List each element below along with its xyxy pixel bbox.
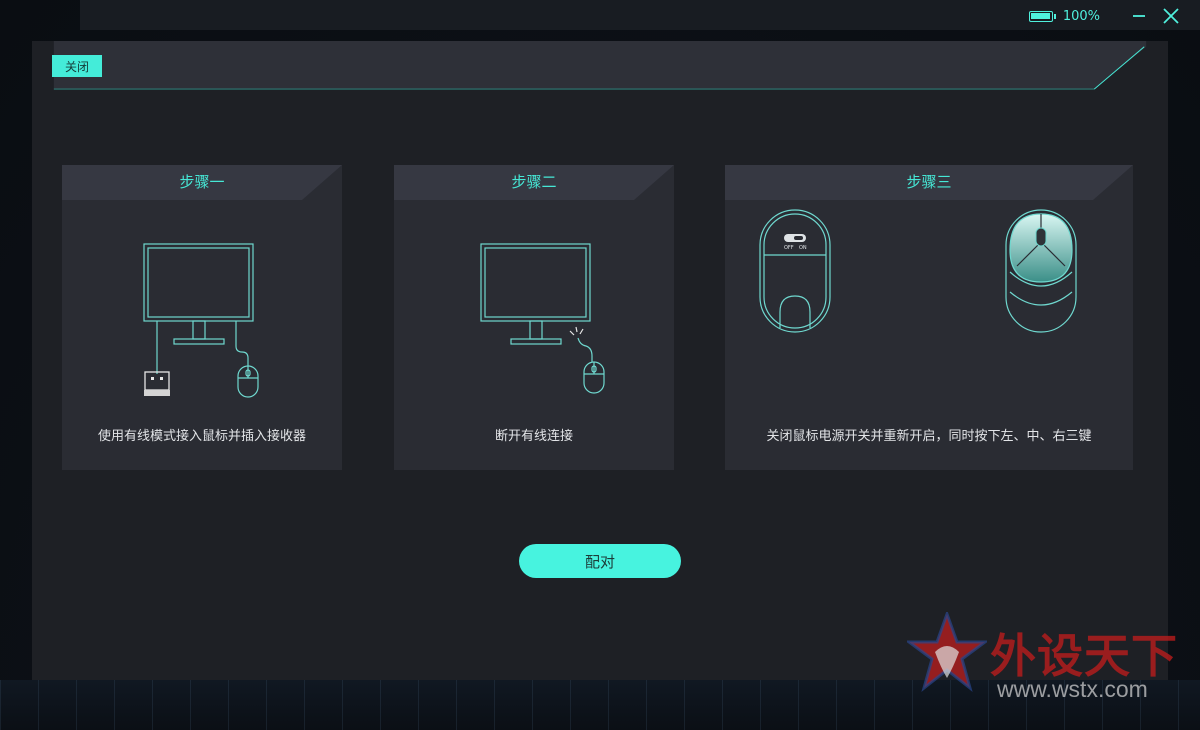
window-controls: 100%: [1010, 0, 1200, 32]
switch-on-label: ON: [799, 245, 807, 251]
step-card-3: 步骤三 OFF ON 关闭鼠标电源开关并重新开启，同时按下左、中、右三键: [725, 165, 1133, 470]
step-card-2: 步骤二 断开有线连接: [394, 165, 674, 470]
step-description: 断开有线连接: [494, 429, 573, 444]
step-description: 使用有线模式接入鼠标并插入接收器: [97, 429, 306, 444]
step-title: 步骤三: [906, 173, 952, 191]
usb-receiver-icon: [144, 371, 170, 396]
minimize-icon: [1133, 15, 1145, 17]
close-window-icon: [1163, 8, 1179, 24]
dialog-header: [53, 41, 1147, 90]
close-button[interactable]: 关闭: [52, 55, 102, 77]
step-title: 步骤二: [511, 173, 557, 191]
battery-percent: 100%: [1062, 8, 1100, 24]
watermark: 外设天下 www.wstx.com: [905, 612, 1195, 722]
watermark-logo-icon: [907, 612, 987, 692]
mouse-icon: [577, 337, 605, 394]
disconnect-spark-icon: [569, 326, 584, 336]
step-card-1: 步骤一 使用有线模式接入鼠标并插入接收器: [62, 165, 342, 470]
step-1-illustration: [143, 243, 259, 398]
step-title: 步骤一: [179, 173, 225, 191]
close-window-button[interactable]: [1160, 5, 1182, 27]
mouse-bottom-icon: [759, 209, 831, 333]
monitor-icon: [480, 243, 591, 345]
step-2-illustration: [480, 243, 605, 394]
mouse-top-icon: [1005, 209, 1077, 333]
switch-off-label: OFF: [784, 245, 794, 251]
pair-button[interactable]: 配对: [519, 544, 681, 578]
monitor-icon: [143, 243, 254, 374]
minimize-button[interactable]: [1128, 5, 1150, 27]
step-description: 关闭鼠标电源开关并重新开启，同时按下左、中、右三键: [766, 429, 1092, 444]
battery-icon: [1028, 10, 1056, 22]
watermark-url: www.wstx.com: [997, 676, 1148, 702]
mouse-icon: [237, 365, 259, 398]
step-3-illustration: OFF ON: [759, 209, 1077, 333]
pairing-dialog: 关闭 步骤一 使用有线模式接入鼠标并插入接收器 步骤二 断开有线连接 步骤三 O…: [32, 41, 1168, 680]
app-window: 100% 关闭 步骤一 使用有线模式接入鼠标并插入接收器 步骤二 断开有线连接 …: [0, 0, 1200, 730]
